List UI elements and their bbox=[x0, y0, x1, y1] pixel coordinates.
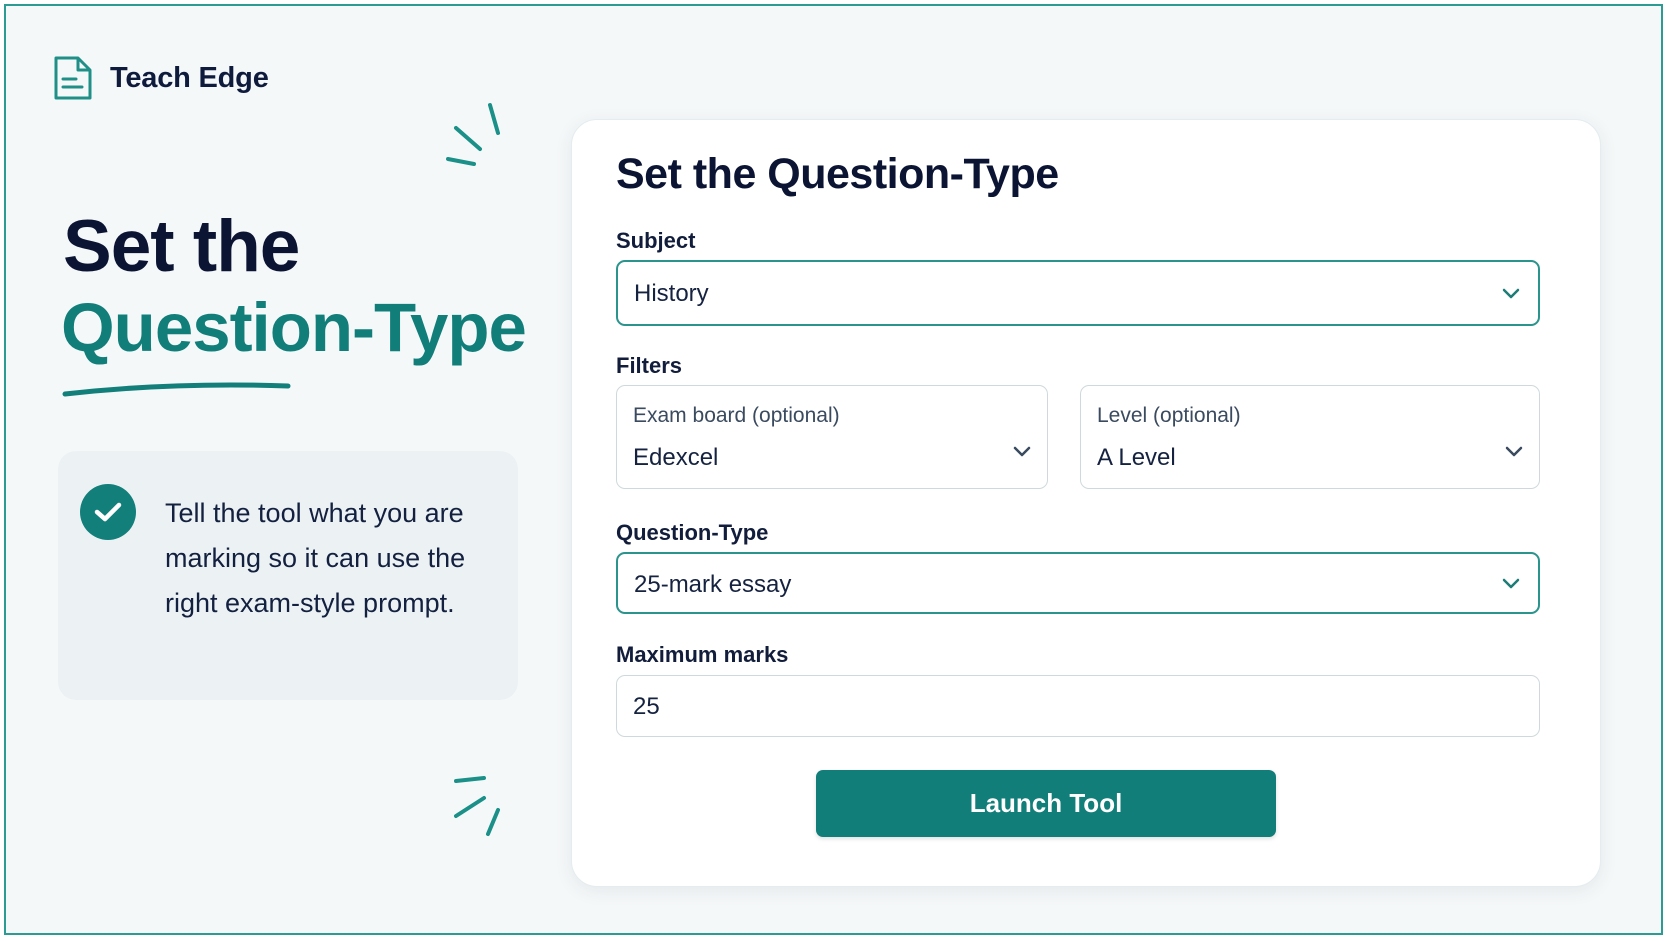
level-label: Level (optional) bbox=[1097, 404, 1241, 427]
subject-select[interactable]: History bbox=[616, 260, 1540, 326]
launch-tool-button[interactable]: Launch Tool bbox=[816, 770, 1276, 837]
document-icon bbox=[54, 56, 92, 100]
max-marks-value: 25 bbox=[633, 693, 660, 720]
chevron-down-icon bbox=[1502, 578, 1520, 589]
question-type-value: 25-mark essay bbox=[634, 571, 792, 598]
checkmark-circle-icon bbox=[80, 484, 136, 540]
exam-board-value: Edexcel bbox=[633, 444, 719, 471]
exam-board-label: Exam board (optional) bbox=[633, 404, 840, 427]
brand-name: Teach Edge bbox=[110, 61, 269, 94]
level-value: A Level bbox=[1097, 444, 1176, 471]
level-select[interactable]: Level (optional) A Level bbox=[1080, 385, 1540, 489]
brand-logo: Teach Edge bbox=[52, 54, 269, 102]
chevron-down-icon bbox=[1502, 288, 1520, 299]
max-marks-label: Maximum marks bbox=[616, 642, 789, 667]
note-text: Tell the tool what you are marking so it… bbox=[165, 498, 466, 618]
question-type-select[interactable]: 25-mark essay bbox=[616, 552, 1540, 614]
form-title: Set the Question-Type bbox=[616, 150, 1059, 198]
sparkle-decoration-top bbox=[446, 103, 500, 166]
hero-line-1: Set the bbox=[63, 206, 300, 287]
slide-frame: Teach Edge Set the Question-Type Tell th… bbox=[4, 4, 1663, 935]
info-note: Tell the tool what you are marking so it… bbox=[58, 451, 518, 700]
hero-heading: Set the Question-Type bbox=[61, 206, 527, 368]
sparkle-decoration-bottom bbox=[454, 776, 500, 836]
filters-label: Filters bbox=[616, 353, 683, 378]
subject-label: Subject bbox=[616, 228, 696, 253]
hero-line-2: Question-Type bbox=[61, 289, 527, 366]
subject-value: History bbox=[634, 280, 709, 307]
question-type-form: Set the Question-Type Subject History Fi… bbox=[571, 119, 1601, 887]
underline-stroke bbox=[62, 382, 291, 397]
question-type-label: Question-Type bbox=[616, 520, 769, 545]
exam-board-select[interactable]: Exam board (optional) Edexcel bbox=[616, 385, 1048, 489]
chevron-down-icon bbox=[1505, 446, 1523, 457]
chevron-down-icon bbox=[1013, 446, 1031, 457]
max-marks-input[interactable]: 25 bbox=[616, 675, 1540, 737]
